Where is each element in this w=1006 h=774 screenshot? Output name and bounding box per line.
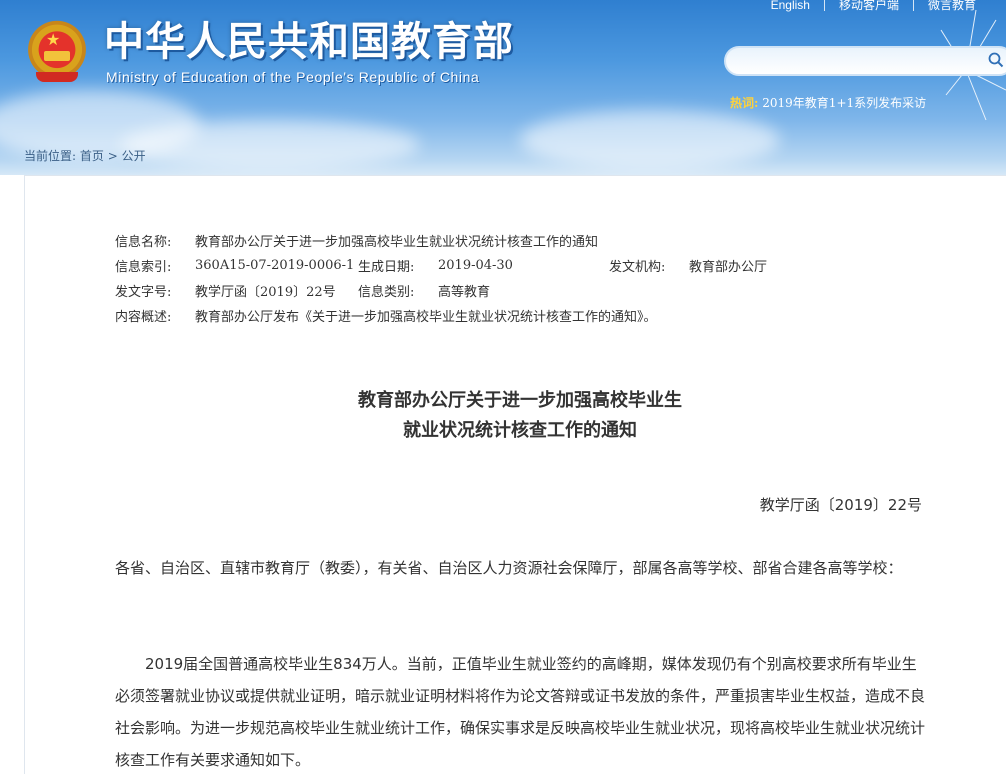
meta-date-label: 生成日期: <box>358 260 415 275</box>
search-input[interactable] <box>726 48 966 74</box>
breadcrumb-home-link[interactable]: 首页 <box>80 149 104 163</box>
meta-org-label: 发文机构: <box>609 260 666 275</box>
meta-summary-label: 内容概述: <box>115 310 172 325</box>
document-title-line1: 教育部办公厅关于进一步加强高校毕业生 <box>358 390 682 411</box>
site-title: 中华人民共和国教育部 <box>104 19 514 65</box>
meta-row-name: 信息名称: 教育部办公厅关于进一步加强高校毕业生就业状况统计核查工作的通知 <box>115 228 767 253</box>
meta-row-docno: 发文字号: 教学厅函〔2019〕22号 信息类别: 高等教育 <box>115 278 767 303</box>
content-panel: 信息名称: 教育部办公厅关于进一步加强高校毕业生就业状况统计核查工作的通知 信息… <box>24 175 1006 774</box>
english-link[interactable]: English <box>757 0 824 12</box>
meta-index-value: 360A15-07-2019-0006-1 <box>195 258 355 273</box>
meta-date-value: 2019-04-30 <box>438 258 513 273</box>
hot-words-label: 热词: <box>730 96 759 110</box>
header-cloud <box>520 110 780 170</box>
meta-row-summary: 内容概述: 教育部办公厅发布《关于进一步加强高校毕业生就业状况统计核查工作的通知… <box>115 303 767 328</box>
body-paragraph: 2019届全国普通高校毕业生834万人。当前，正值毕业生就业签约的高峰期，媒体发… <box>115 655 926 769</box>
mobile-client-link[interactable]: 移动客户端 <box>825 0 913 13</box>
document-title-line2: 就业状况统计核查工作的通知 <box>403 420 637 441</box>
meta-summary-value: 教育部办公厅发布《关于进一步加强高校毕业生就业状况统计核查工作的通知》。 <box>195 310 657 325</box>
site-subtitle: Ministry of Education of the People's Re… <box>106 69 480 85</box>
document-number: 教学厅函〔2019〕22号 <box>759 496 922 514</box>
meta-docno-label: 发文字号: <box>115 285 172 300</box>
breadcrumb: 当前位置: 首页 > 公开 <box>24 147 146 164</box>
search-box <box>724 46 1006 76</box>
weiyan-education-link[interactable]: 微言教育 <box>914 0 990 13</box>
dandelion-decoration <box>940 9 1006 121</box>
meta-docno-value: 教学厅函〔2019〕22号 <box>195 285 336 300</box>
meta-category-value: 高等教育 <box>438 285 491 300</box>
document-title: 教育部办公厅关于进一步加强高校毕业生 就业状况统计核查工作的通知 <box>25 386 1006 446</box>
national-emblem-icon: ★ <box>26 20 88 86</box>
hot-words: 热词: 2019年教育1+1系列发布采访 <box>730 94 926 111</box>
meta-index-label: 信息索引: <box>115 260 172 275</box>
breadcrumb-separator: > <box>107 149 118 163</box>
header-cloud <box>120 120 420 170</box>
breadcrumb-current-link[interactable]: 公开 <box>122 149 146 163</box>
meta-org-value: 教育部办公厅 <box>689 260 768 275</box>
document-meta: 信息名称: 教育部办公厅关于进一步加强高校毕业生就业状况统计核查工作的通知 信息… <box>115 228 767 328</box>
recipients-paragraph: 各省、自治区、直辖市教育厅（教委），有关省、自治区人力资源社会保障厅，部属各高等… <box>115 559 903 577</box>
top-links: English 移动客户端 微言教育 <box>757 0 990 13</box>
search-icon[interactable] <box>988 52 1004 68</box>
meta-row-index: 信息索引: 360A15-07-2019-0006-1 生成日期: 2019-0… <box>115 253 767 278</box>
meta-name-label: 信息名称: <box>115 235 172 250</box>
meta-name-value: 教育部办公厅关于进一步加强高校毕业生就业状况统计核查工作的通知 <box>195 235 599 250</box>
meta-category-label: 信息类别: <box>358 285 415 300</box>
hot-word-link[interactable]: 2019年教育1+1系列发布采访 <box>762 96 926 110</box>
breadcrumb-prefix: 当前位置: <box>24 149 77 163</box>
